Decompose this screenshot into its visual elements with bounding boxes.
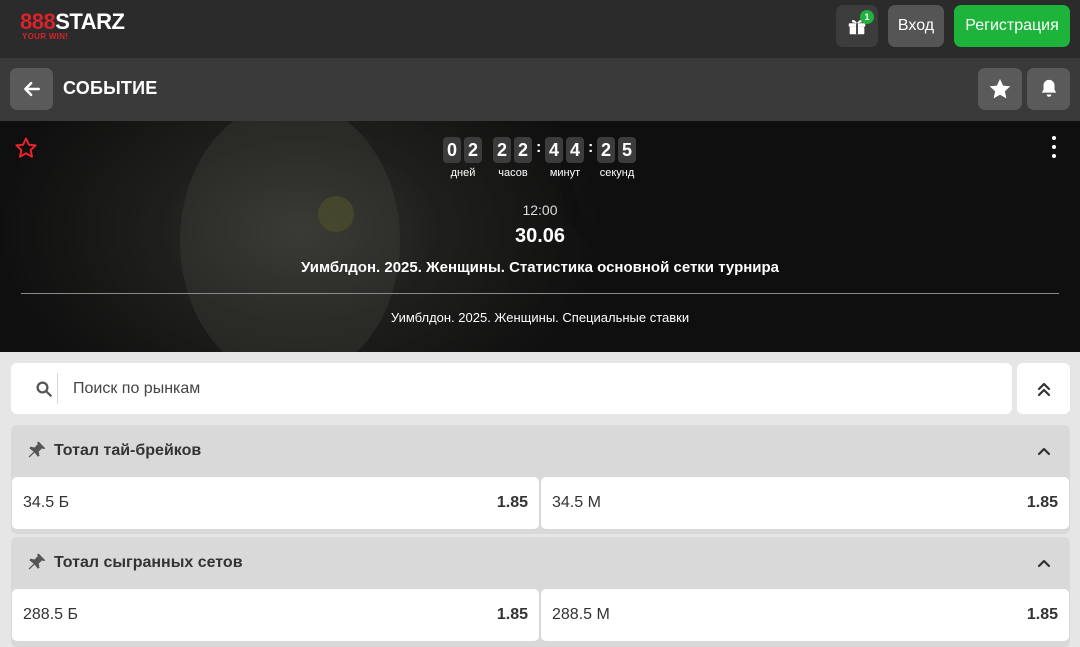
countdown-label-seconds: секунд: [599, 167, 635, 179]
countdown-separator: :: [588, 139, 594, 156]
chevron-up-icon[interactable]: [1036, 555, 1052, 571]
market-group: Тотал сыгранных сетов 288.5 Б 1.85 288.5…: [11, 537, 1070, 647]
tournament-name: Уимблдон. 2025. Женщины. Статистика осно…: [300, 259, 780, 276]
search-input[interactable]: [73, 363, 993, 414]
odd-value: 1.85: [496, 606, 528, 623]
market-group: Тотал тай-брейков 34.5 Б 1.85 34.5 М 1.8…: [11, 425, 1070, 534]
logo-text: 888STARZ: [20, 9, 125, 34]
countdown-label-minutes: минут: [549, 167, 581, 179]
market-header[interactable]: Тотал тай-брейков: [11, 425, 1070, 477]
odd-label: 288.5 Б: [23, 606, 78, 623]
countdown-digit: 2: [493, 137, 511, 163]
double-chevron-up-icon: [1037, 382, 1050, 396]
event-header-bar: СОБЫТИЕ: [0, 58, 1080, 121]
odds-row: 34.5 Б 1.85 34.5 М 1.85: [11, 477, 1070, 531]
odd-button[interactable]: 288.5 М 1.85: [541, 589, 1069, 641]
more-vertical-icon[interactable]: [1044, 134, 1064, 160]
countdown-label-hours: часов: [498, 167, 528, 179]
countdown-digit: 5: [618, 137, 636, 163]
search-icon: [36, 381, 52, 397]
countdown-digit: 2: [514, 137, 532, 163]
page-title: СОБЫТИЕ: [63, 78, 158, 98]
countdown-digit: 2: [597, 137, 615, 163]
star-icon: [989, 79, 1011, 99]
market-search-box: [11, 363, 1012, 414]
countdown-separator: :: [536, 139, 542, 156]
market-header[interactable]: Тотал сыгранных сетов: [11, 537, 1070, 589]
odd-label: 34.5 М: [552, 494, 601, 511]
market-title: Тотал сыгранных сетов: [54, 554, 243, 571]
pin-icon[interactable]: [27, 552, 47, 572]
gift-button[interactable]: 1: [836, 5, 878, 47]
odd-value: 1.85: [496, 494, 528, 511]
odd-value: 1.85: [1026, 494, 1058, 511]
odd-label: 288.5 М: [552, 606, 610, 623]
event-hero: 0 2 дней 2 2 часов : 4 4 минут : 2 5 сек…: [0, 121, 1080, 352]
countdown-digit: 0: [443, 137, 461, 163]
arrow-left-icon: [23, 81, 40, 97]
countdown-label-days: дней: [450, 167, 476, 179]
bell-icon: [1041, 79, 1056, 97]
login-button[interactable]: Вход: [888, 5, 944, 47]
back-button[interactable]: [10, 68, 53, 110]
countdown-timer: 0 2 дней 2 2 часов : 4 4 минут : 2 5 сек…: [443, 137, 643, 187]
countdown-digit: 4: [545, 137, 563, 163]
pin-icon[interactable]: [27, 440, 47, 460]
gift-count-badge: 1: [860, 10, 874, 24]
hero-divider: [21, 293, 1059, 294]
star-outline-icon[interactable]: [14, 136, 38, 160]
search-divider: [57, 373, 58, 404]
notifications-button[interactable]: [1027, 68, 1070, 110]
register-button[interactable]: Регистрация: [954, 5, 1070, 47]
chevron-up-icon[interactable]: [1036, 443, 1052, 459]
favorites-button[interactable]: [978, 68, 1022, 110]
collapse-all-button[interactable]: [1017, 363, 1070, 414]
odd-label: 34.5 Б: [23, 494, 70, 511]
odds-row: 288.5 Б 1.85 288.5 М 1.85: [11, 589, 1070, 643]
event-time: 12:00: [522, 202, 558, 218]
odd-button[interactable]: 34.5 М 1.85: [541, 477, 1069, 529]
top-bar: 888STARZ YOUR WIN! 1 Вход Регистрация: [0, 0, 1080, 58]
brand-logo[interactable]: 888STARZ YOUR WIN!: [20, 10, 130, 44]
event-subtitle: Уимблдон. 2025. Женщины. Специальные ста…: [390, 310, 690, 325]
countdown-digit: 4: [566, 137, 584, 163]
countdown-digit: 2: [464, 137, 482, 163]
odd-button[interactable]: 288.5 Б 1.85: [12, 589, 539, 641]
event-date: 30.06: [514, 225, 566, 247]
odd-value: 1.85: [1026, 606, 1058, 623]
odd-button[interactable]: 34.5 Б 1.85: [12, 477, 539, 529]
logo-slogan: YOUR WIN!: [22, 32, 69, 41]
market-title: Тотал тай-брейков: [54, 442, 202, 459]
